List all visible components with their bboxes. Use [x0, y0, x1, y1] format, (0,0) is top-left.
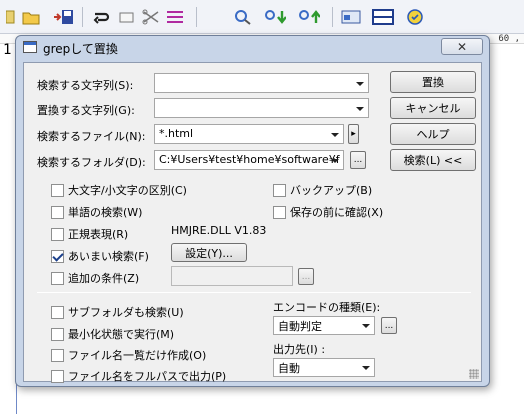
ruler-label: 60 , — [498, 34, 520, 44]
dialog-titlebar[interactable]: grepして置換 ✕ — [16, 36, 489, 60]
checkbox-box[interactable] — [51, 348, 64, 362]
copy-icon[interactable] — [116, 6, 138, 28]
checkbox-box[interactable] — [51, 369, 64, 383]
cut-icon[interactable] — [140, 6, 162, 28]
encoding-browse-button[interactable]: ... — [381, 317, 397, 334]
checkbox-box[interactable] — [51, 227, 64, 241]
checkbox-box[interactable] — [51, 183, 64, 197]
search-next-icon[interactable] — [264, 6, 286, 28]
encoding-label: エンコードの種類(E): — [273, 301, 381, 314]
dialog-client-area: 検索する文字列(S): 置換する文字列(G): 検索するファイル(N): 検索す… — [23, 62, 482, 384]
dialog-title: grepして置換 — [43, 42, 118, 56]
macro-icon[interactable] — [404, 6, 426, 28]
file-menu-button[interactable]: ▸ — [348, 124, 359, 144]
output-select[interactable]: 自動 — [273, 358, 375, 377]
list-icon[interactable] — [164, 6, 186, 28]
word-search-checkbox[interactable]: 単語の検索(W) — [51, 204, 142, 220]
output-label: 出力先(I) : — [273, 343, 326, 356]
window-app-icon — [23, 41, 37, 53]
search-file-value: *.html — [159, 127, 194, 140]
checkbox-box[interactable] — [51, 271, 64, 285]
checkbox-box[interactable] — [51, 327, 64, 341]
grep-replace-dialog: grepして置換 ✕ 検索する文字列(S): 置換する文字列(G): 検索するフ… — [15, 35, 490, 387]
checkbox-box-checked[interactable] — [51, 249, 64, 263]
search-file-label: 検索するファイル(N): — [37, 130, 146, 143]
section-divider — [37, 292, 471, 293]
checkbox-box[interactable] — [51, 305, 64, 319]
replace-text-combo[interactable] — [154, 98, 369, 118]
search-folder-value: C:¥Users¥test¥home¥software¥f — [159, 153, 340, 166]
additional-condition-checkbox[interactable]: 追加の条件(Z) — [51, 270, 139, 286]
chevron-down-icon[interactable] — [356, 82, 364, 86]
search-file-combo[interactable]: *.html — [154, 124, 344, 144]
chevron-down-icon[interactable] — [356, 107, 364, 111]
case-sensitive-checkbox[interactable]: 大文字/小文字の区別(C) — [51, 182, 187, 198]
confirm-before-save-label: 保存の前に確認(X) — [290, 206, 384, 219]
fuzzy-search-checkbox[interactable]: あいまい検索(F) — [51, 248, 149, 264]
encoding-select[interactable]: 自動判定 — [273, 316, 375, 335]
confirm-before-save-checkbox[interactable]: 保存の前に確認(X) — [273, 204, 383, 220]
wrap-icon[interactable] — [90, 6, 112, 28]
toolbar-left-edge-icon[interactable] — [0, 6, 22, 28]
replace-button[interactable]: 置換 — [390, 71, 476, 93]
fullpath-checkbox[interactable]: ファイル名をフルパスで出力(P) — [51, 368, 226, 384]
search-toggle-button[interactable]: 検索(L) << — [390, 149, 476, 171]
subfolders-label: サブフォルダも検索(U) — [68, 306, 184, 319]
word-search-label: 単語の検索(W) — [68, 206, 143, 219]
search-folder-label: 検索するフォルダ(D): — [37, 156, 146, 169]
output-value: 自動 — [278, 362, 300, 375]
additional-condition-field — [171, 266, 293, 286]
window-icon[interactable] — [340, 6, 362, 28]
additional-browse-button: ... — [298, 268, 314, 285]
filename-list-checkbox[interactable]: ファイル名一覧だけ作成(O) — [51, 347, 206, 363]
save-icon[interactable] — [52, 6, 74, 28]
close-button[interactable]: ✕ — [441, 38, 483, 55]
additional-condition-label: 追加の条件(Z) — [68, 272, 140, 285]
settings-button[interactable]: 設定(Y)... — [171, 243, 247, 262]
toolbar — [0, 0, 524, 34]
help-button[interactable]: ヘルプ — [390, 123, 476, 145]
regex-label: 正規表現(R) — [68, 228, 129, 241]
backup-checkbox[interactable]: バックアップ(B) — [273, 182, 372, 198]
minimized-checkbox[interactable]: 最小化状態で実行(M) — [51, 326, 174, 342]
minimized-label: 最小化状態で実行(M) — [68, 328, 175, 341]
fuzzy-search-label: あいまい検索(F) — [68, 250, 149, 263]
chevron-down-icon[interactable] — [362, 324, 370, 328]
search-folder-combo[interactable]: C:¥Users¥test¥home¥software¥f — [154, 150, 344, 170]
search-prev-icon[interactable] — [298, 6, 320, 28]
open-folder-icon[interactable] — [20, 6, 42, 28]
folder-browse-button[interactable]: ... — [350, 151, 366, 169]
editor-right-edge — [517, 44, 524, 414]
case-sensitive-label: 大文字/小文字の区別(C) — [68, 184, 187, 197]
dll-version-label: HMJRE.DLL V1.83 — [171, 224, 267, 237]
resize-grip[interactable] — [469, 369, 479, 379]
checkbox-box[interactable] — [273, 183, 286, 197]
replace-text-label: 置換する文字列(G): — [37, 104, 135, 117]
chevron-down-icon[interactable] — [331, 159, 339, 163]
chevron-down-icon[interactable] — [331, 133, 339, 137]
subfolders-checkbox[interactable]: サブフォルダも検索(U) — [51, 304, 184, 320]
checkbox-box[interactable] — [273, 205, 286, 219]
fullpath-label: ファイル名をフルパスで出力(P) — [68, 370, 227, 383]
split-icon[interactable] — [372, 6, 394, 28]
checkbox-box[interactable] — [51, 205, 64, 219]
regex-checkbox[interactable]: 正規表現(R) — [51, 226, 128, 242]
chevron-down-icon[interactable] — [362, 366, 370, 370]
line-number: 1 — [3, 42, 12, 58]
backup-label: バックアップ(B) — [290, 184, 373, 197]
search-text-combo[interactable] — [154, 73, 369, 93]
search-text-label: 検索する文字列(S): — [37, 79, 134, 92]
encoding-value: 自動判定 — [278, 320, 322, 333]
cancel-button[interactable]: キャンセル — [390, 97, 476, 119]
filename-list-label: ファイル名一覧だけ作成(O) — [68, 349, 207, 362]
search-icon[interactable] — [232, 6, 254, 28]
